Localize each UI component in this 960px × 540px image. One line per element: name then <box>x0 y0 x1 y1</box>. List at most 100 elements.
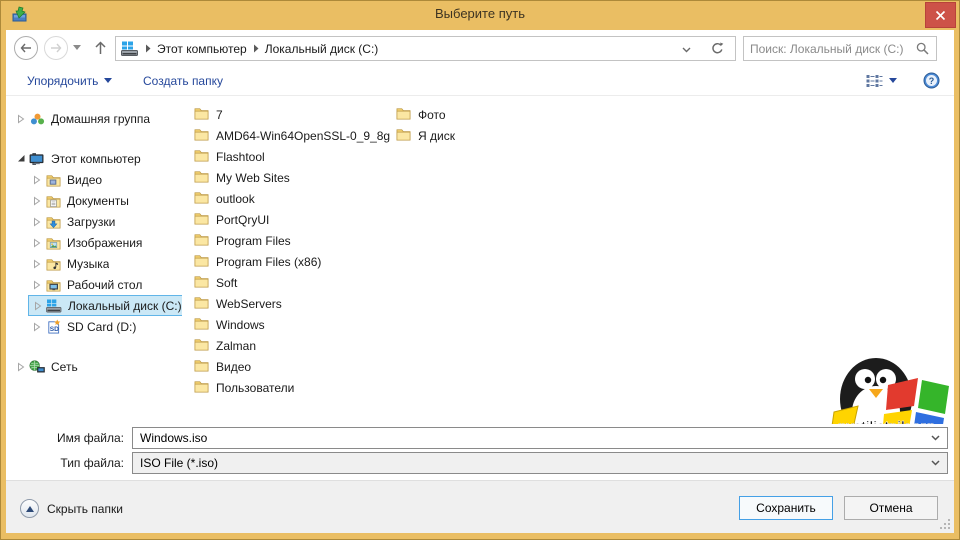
expander-collapsed-icon[interactable] <box>31 301 45 311</box>
address-dropdown-chevron-icon[interactable] <box>682 47 691 53</box>
change-view-button[interactable] <box>862 71 901 91</box>
folder-icon <box>396 127 411 144</box>
refresh-button[interactable] <box>699 36 736 61</box>
folder-item[interactable]: AMD64-Win64OpenSSL-0_9_8g <box>188 125 390 146</box>
expander-collapsed-icon[interactable] <box>14 362 28 372</box>
command-toolbar: Упорядочить Создать папку <box>6 66 954 96</box>
folder-name: WebServers <box>216 297 282 311</box>
sidebar-item-computer[interactable]: Этот компьютер <box>6 148 182 169</box>
save-button[interactable]: Сохранить <box>739 496 833 520</box>
folder-item[interactable]: Фото <box>390 104 592 125</box>
resize-grip[interactable] <box>939 518 951 530</box>
close-icon <box>935 10 946 21</box>
expander-collapsed-icon[interactable] <box>30 175 44 185</box>
sidebar-item-homegroup[interactable]: Домашняя группа <box>6 108 182 129</box>
file-fields-area: Имя файла: Тип файла: ISO File (*.iso) <box>6 424 954 480</box>
folder-icon <box>194 106 209 123</box>
address-bar[interactable]: Этот компьютер Локальный диск (C:) <box>115 36 700 61</box>
folder-item[interactable]: Zalman <box>188 335 390 356</box>
expander-collapsed-icon[interactable] <box>30 322 44 332</box>
cancel-button[interactable]: Отмена <box>844 496 938 520</box>
folder-icon <box>194 232 209 249</box>
save-dialog-window: Выберите путь <box>0 0 960 540</box>
sidebar-item-label: Домашняя группа <box>51 112 150 126</box>
folder-item[interactable]: Flashtool <box>188 146 390 167</box>
expander-collapsed-icon[interactable] <box>30 196 44 206</box>
organize-button[interactable]: Упорядочить <box>21 66 118 95</box>
hide-folders-button[interactable]: Скрыть папки <box>20 499 123 518</box>
up-button[interactable] <box>90 38 110 58</box>
back-button[interactable] <box>14 36 38 60</box>
organize-label: Упорядочить <box>27 74 98 88</box>
svg-text:?: ? <box>929 76 935 86</box>
sidebar-item-desktop[interactable]: Рабочий стол <box>6 274 182 295</box>
breadcrumb-arrow-icon[interactable] <box>253 44 259 53</box>
folder-item[interactable]: Видео <box>188 356 390 377</box>
sidebar-item-network[interactable]: Сеть <box>6 356 182 377</box>
refresh-icon <box>711 42 724 55</box>
sidebar-item-folder-video[interactable]: Видео <box>6 169 182 190</box>
sidebar-item-label: Видео <box>67 173 102 187</box>
folder-item[interactable]: Soft <box>188 272 390 293</box>
sidebar-item-label: Этот компьютер <box>51 152 141 166</box>
expander-expanded-icon[interactable] <box>14 154 28 163</box>
folder-item[interactable]: PortQryUI <box>188 209 390 230</box>
sidebar-item-folder-docs[interactable]: Документы <box>6 190 182 211</box>
sidebar-item-drive[interactable]: Локальный диск (C:) <box>28 295 182 316</box>
folder-item[interactable]: 7 <box>188 104 390 125</box>
filetype-value: ISO File (*.iso) <box>132 452 948 474</box>
filetype-select[interactable]: ISO File (*.iso) <box>132 452 948 474</box>
sidebar-item-sdcard[interactable]: SDSD Card (D:) <box>6 316 182 337</box>
folder-item[interactable]: WebServers <box>188 293 390 314</box>
folder-name: Soft <box>216 276 237 290</box>
drive-icon <box>45 299 63 313</box>
folder-icon <box>194 295 209 312</box>
up-arrow-icon <box>95 41 106 55</box>
window-title: Выберите путь <box>0 6 960 21</box>
folder-item[interactable]: Program Files <box>188 230 390 251</box>
sidebar-item-folder-pictures[interactable]: Изображения <box>6 232 182 253</box>
folder-downloads-icon <box>44 215 62 229</box>
help-button[interactable]: ? <box>923 72 940 89</box>
search-input[interactable] <box>750 38 910 59</box>
folder-item[interactable]: Program Files (x86) <box>188 251 390 272</box>
recent-locations-chevron-icon[interactable] <box>73 45 81 50</box>
expander-collapsed-icon[interactable] <box>30 259 44 269</box>
computer-icon <box>28 152 46 166</box>
folder-icon <box>194 316 209 333</box>
folder-item[interactable]: Windows <box>188 314 390 335</box>
folder-item[interactable]: Я диск <box>390 125 592 146</box>
breadcrumb-segment[interactable]: Локальный диск (C:) <box>265 42 379 56</box>
folder-item[interactable]: My Web Sites <box>188 167 390 188</box>
folder-name: Program Files <box>216 234 291 248</box>
folder-icon <box>194 211 209 228</box>
new-folder-label: Создать папку <box>143 74 223 88</box>
sidebar-item-folder-music[interactable]: Музыка <box>6 253 182 274</box>
sidebar-item-label: SD Card (D:) <box>67 320 136 334</box>
sidebar-item-label: Загрузки <box>67 215 115 229</box>
expander-collapsed-icon[interactable] <box>30 217 44 227</box>
sidebar-item-folder-downloads[interactable]: Загрузки <box>6 211 182 232</box>
filename-input[interactable] <box>132 427 948 449</box>
expander-collapsed-icon[interactable] <box>30 280 44 290</box>
search-icon <box>916 42 929 55</box>
folder-name: PortQryUI <box>216 213 269 227</box>
folder-name: Фото <box>418 108 446 122</box>
folder-name: Видео <box>216 360 251 374</box>
folder-item[interactable]: Пользователи <box>188 377 390 398</box>
breadcrumb-arrow-icon[interactable] <box>145 44 151 53</box>
folder-name: My Web Sites <box>216 171 290 185</box>
breadcrumb-segment[interactable]: Этот компьютер <box>157 42 247 56</box>
new-folder-button[interactable]: Создать папку <box>137 66 229 95</box>
network-icon <box>28 360 46 374</box>
sidebar-item-label: Документы <box>67 194 129 208</box>
forward-button[interactable] <box>44 36 68 60</box>
expander-collapsed-icon[interactable] <box>14 114 28 124</box>
back-arrow-icon <box>20 43 32 53</box>
folder-item[interactable]: outlook <box>188 188 390 209</box>
sidebar-item-label: Рабочий стол <box>67 278 142 292</box>
expander-collapsed-icon[interactable] <box>30 238 44 248</box>
folder-icon <box>194 169 209 186</box>
dialog-footer: Скрыть папки Сохранить Отмена <box>6 480 954 533</box>
close-button[interactable] <box>925 2 956 28</box>
